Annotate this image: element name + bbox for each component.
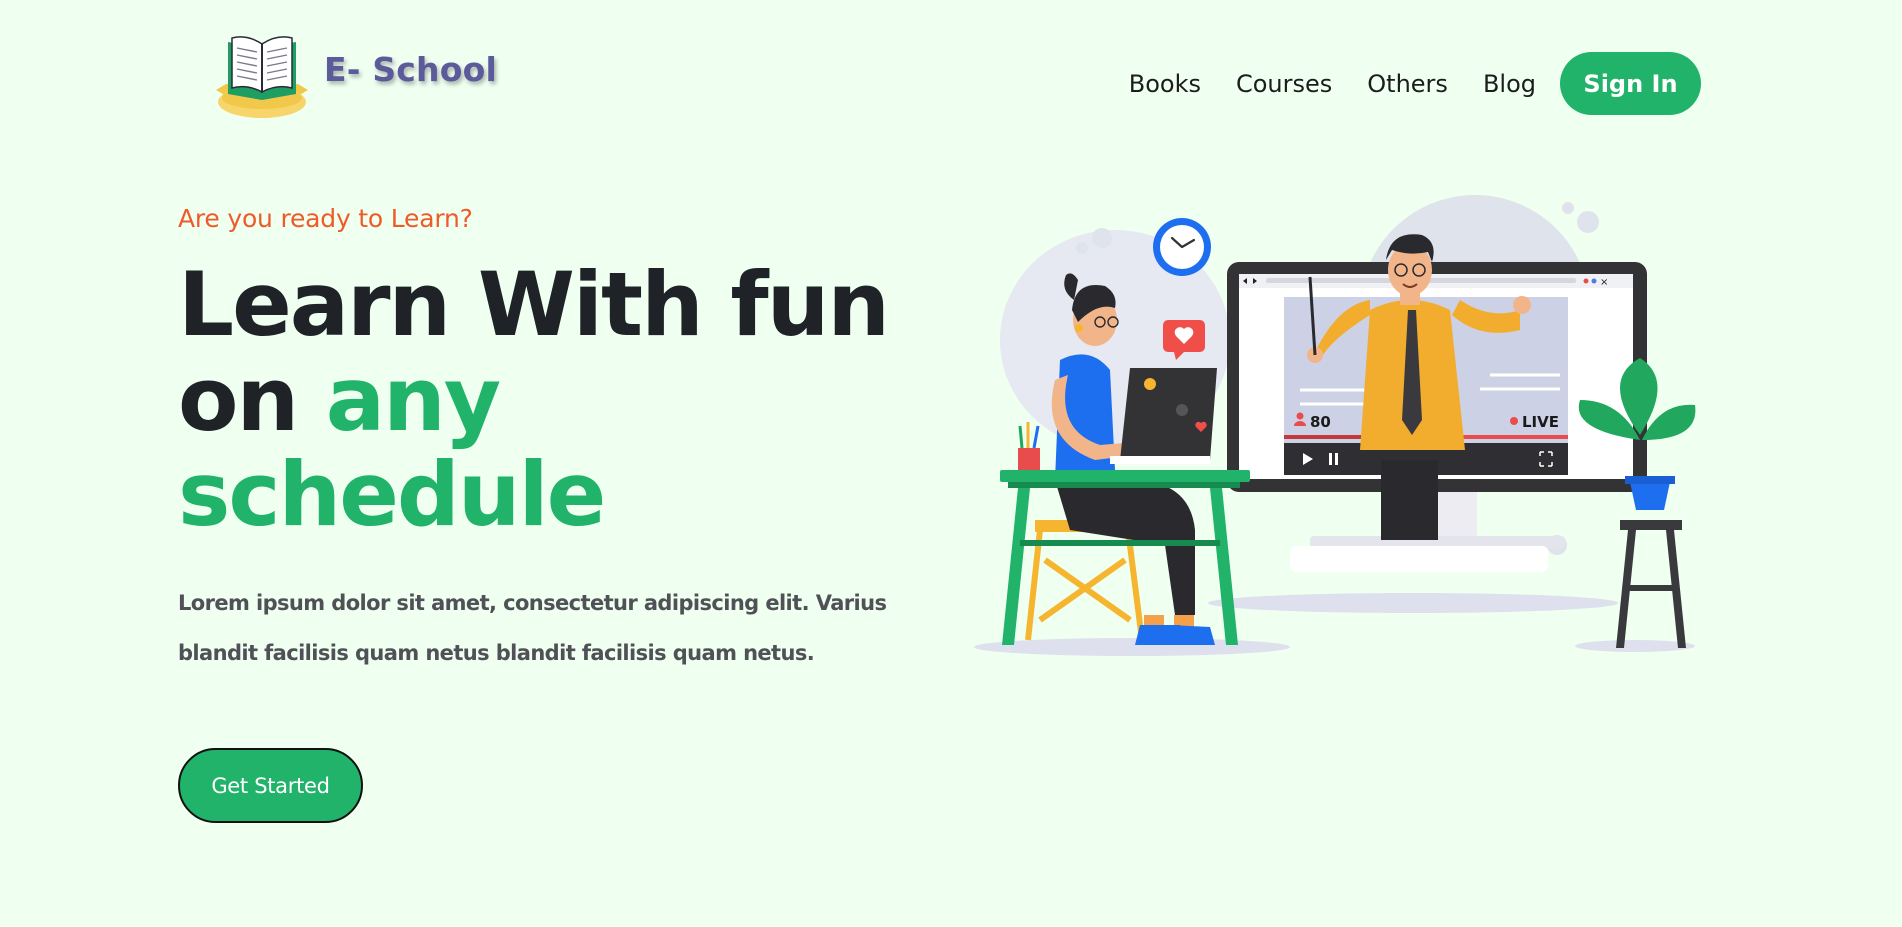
pencil-cup-icon — [1018, 422, 1040, 470]
hero-eyebrow: Are you ready to Learn? — [178, 204, 473, 233]
main-nav: Books Courses Others Blog Sign In — [1129, 52, 1701, 115]
viewer-count: 80 — [1310, 413, 1331, 431]
hero-section: Are you ready to Learn? Learn With fun o… — [178, 200, 938, 678]
hero-illustration: × 80 LIVE — [960, 190, 1710, 660]
nav-link-blog[interactable]: Blog — [1483, 70, 1536, 98]
headline-on: on — [178, 348, 326, 451]
online-learning-illustration: × 80 LIVE — [974, 195, 1696, 656]
sign-in-button[interactable]: Sign In — [1560, 52, 1701, 115]
logo[interactable]: E- School — [212, 28, 497, 122]
nav-link-others[interactable]: Others — [1367, 70, 1448, 98]
clock-icon — [1153, 218, 1211, 276]
headline-highlight-any: any — [325, 348, 501, 451]
headline-highlight-schedule: schedule — [178, 443, 606, 546]
hero-headline: Learn With fun on any schedule — [178, 257, 938, 542]
svg-text:×: × — [1600, 277, 1608, 288]
headline-line-1: Learn With fun — [178, 253, 890, 356]
open-book-icon — [216, 36, 308, 118]
nav-link-courses[interactable]: Courses — [1236, 70, 1332, 98]
brand-name: E- School — [324, 49, 498, 89]
live-label: LIVE — [1522, 413, 1559, 431]
get-started-button[interactable]: Get Started — [178, 748, 363, 823]
nav-link-books[interactable]: Books — [1129, 70, 1201, 98]
hero-description: Lorem ipsum dolor sit amet, consectetur … — [178, 591, 887, 665]
